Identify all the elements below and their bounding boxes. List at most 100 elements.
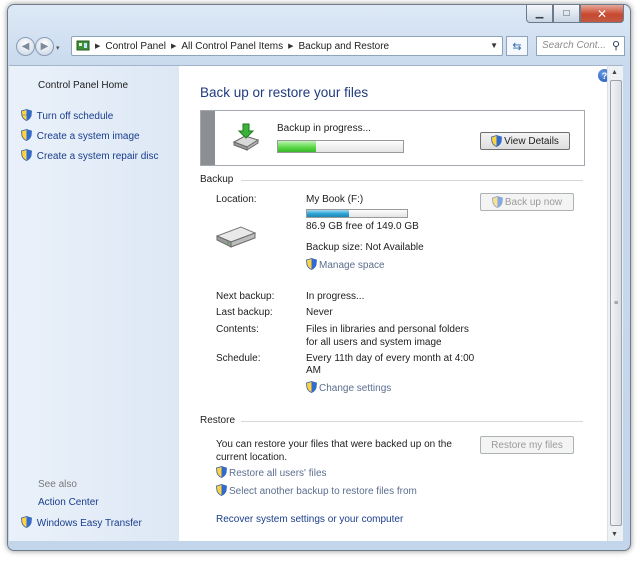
scroll-down-icon[interactable]: ▼: [611, 531, 618, 538]
search-input[interactable]: Search Cont... ⚲: [536, 36, 625, 56]
breadcrumb-separator-icon: ▶: [288, 43, 294, 50]
back-up-now-label: Back up now: [504, 196, 563, 208]
see-also-label: See also: [38, 479, 77, 490]
schedule-value-line2: AM: [306, 365, 321, 376]
address-bar[interactable]: ▶ Control Panel ▶ All Control Panel Item…: [71, 36, 503, 56]
maximize-button[interactable]: □: [553, 5, 580, 23]
caption-buttons: ▁ □ ✕: [526, 5, 624, 24]
control-panel-home-label: Control Panel Home: [38, 80, 129, 91]
shield-icon: [216, 466, 227, 478]
create-system-image-label: Create a system image: [36, 131, 140, 142]
restore-my-files-label: Restore my files: [491, 439, 563, 451]
drive-usage-fill: [307, 210, 349, 217]
location-value: My Book (F:): [306, 194, 364, 205]
shield-icon: [216, 484, 227, 496]
refresh-icon: ⇆: [512, 40, 522, 53]
turn-off-schedule-label: Turn off schedule: [36, 111, 114, 122]
breadcrumb-all-items[interactable]: All Control Panel Items: [181, 41, 283, 52]
shield-icon: [306, 258, 317, 270]
next-backup-value: In progress...: [306, 291, 365, 302]
restore-my-files-button[interactable]: Restore my files: [480, 436, 574, 454]
contents-label: Contents:: [216, 324, 259, 335]
maximize-icon: □: [563, 8, 570, 19]
action-center-link[interactable]: Action Center: [38, 497, 99, 508]
close-icon: ✕: [596, 6, 608, 21]
search-placeholder: Search Cont...: [542, 40, 606, 51]
manage-space-link[interactable]: Manage space: [306, 258, 385, 271]
last-backup-value: Never: [306, 307, 333, 318]
backup-section-divider: [241, 180, 583, 181]
restore-section-header: Restore: [200, 415, 236, 426]
left-task-pane: Control Panel Home Turn off schedule Cre…: [9, 65, 179, 541]
shield-icon: [21, 516, 32, 528]
recover-system-link[interactable]: Recover system settings or your computer: [216, 514, 403, 525]
forward-button[interactable]: ▶: [35, 37, 54, 56]
change-settings-label: Change settings: [319, 383, 392, 394]
windows-easy-transfer-link[interactable]: Windows Easy Transfer: [21, 516, 142, 529]
shield-icon: [21, 129, 32, 141]
restore-description-line2: current location.: [216, 452, 288, 463]
select-another-backup-label: Select another backup to restore files f…: [229, 486, 417, 497]
grip-icon: ≡: [613, 299, 619, 307]
search-icon[interactable]: ⚲: [612, 39, 620, 52]
see-also-heading: See also: [38, 479, 77, 490]
backup-section-header: Backup: [200, 174, 234, 185]
main-content: Back up or restore your files Backup in …: [179, 65, 607, 541]
status-accent-bar: [201, 111, 215, 165]
shield-icon: [21, 109, 32, 121]
scroll-up-icon[interactable]: ▲: [611, 69, 618, 76]
back-up-now-button[interactable]: Back up now: [480, 193, 574, 211]
minimize-icon: ▁: [535, 8, 544, 19]
create-repair-disc-label: Create a system repair disc: [36, 151, 159, 162]
back-button[interactable]: ◀: [16, 37, 35, 56]
turn-off-schedule-link[interactable]: Turn off schedule: [21, 109, 113, 122]
close-button[interactable]: ✕: [580, 5, 624, 23]
manage-space-label: Manage space: [319, 260, 385, 271]
location-label: Location:: [216, 194, 257, 205]
refresh-button[interactable]: ⇆: [506, 36, 528, 56]
forward-arrow-icon: ▶: [40, 41, 49, 52]
schedule-value-line1: Every 11th day of every month at 4:00: [306, 353, 475, 364]
create-system-image-link[interactable]: Create a system image: [21, 129, 140, 142]
backup-drive-icon: [232, 123, 260, 151]
breadcrumb-separator-icon: ▶: [170, 43, 177, 50]
restore-section-divider: [241, 421, 583, 422]
action-center-label: Action Center: [38, 497, 99, 508]
recover-system-label: Recover system settings or your computer: [216, 514, 404, 525]
shield-icon: [306, 381, 317, 393]
create-repair-disc-link[interactable]: Create a system repair disc: [21, 149, 159, 162]
change-settings-link[interactable]: Change settings: [306, 381, 391, 394]
restore-description-line1: You can restore your files that were bac…: [216, 439, 452, 450]
shield-icon: [491, 196, 503, 208]
contents-value-line1: Files in libraries and personal folders: [306, 324, 469, 335]
address-dropdown-icon[interactable]: ▼: [490, 41, 498, 50]
shield-icon: [491, 135, 503, 147]
scroll-thumb[interactable]: ≡: [610, 80, 622, 526]
next-backup-label: Next backup:: [216, 291, 275, 302]
vertical-scrollbar[interactable]: ▲ ≡ ▼: [607, 65, 623, 541]
restore-all-users-label: Restore all users' files: [229, 468, 327, 479]
restore-all-users-link[interactable]: Restore all users' files: [216, 466, 327, 479]
breadcrumb-backup-and-restore[interactable]: Backup and Restore: [298, 41, 389, 52]
backup-status-text: Backup in progress...: [277, 123, 371, 134]
control-panel-home-link[interactable]: Control Panel Home: [38, 80, 128, 91]
select-another-backup-link[interactable]: Select another backup to restore files f…: [216, 484, 417, 497]
navigation-bar: ◀ ▶ ▾ ▶ Control Panel ▶ All Control Pane…: [16, 35, 625, 59]
view-details-button[interactable]: View Details: [480, 132, 570, 150]
page-title: Back up or restore your files: [200, 85, 369, 100]
drive-usage-bar: [306, 209, 408, 218]
view-details-label: View Details: [504, 135, 559, 147]
backup-size-text: Backup size: Not Available: [306, 242, 424, 253]
shield-icon: [21, 149, 32, 161]
windows-easy-transfer-label: Windows Easy Transfer: [36, 518, 142, 529]
breadcrumb-separator-icon: ▶: [95, 43, 101, 50]
free-space-text: 86.9 GB free of 149.0 GB: [306, 221, 419, 232]
recent-pages-dropdown[interactable]: ▾: [56, 44, 60, 52]
backup-progress-bar: [277, 140, 404, 153]
control-panel-icon: [76, 40, 90, 51]
backup-restore-window: ▁ □ ✕ ◀ ▶ ▾ ▶ Control Panel ▶ All Contro…: [7, 4, 631, 551]
last-backup-label: Last backup:: [216, 307, 273, 318]
breadcrumb-control-panel[interactable]: Control Panel: [105, 41, 166, 52]
backup-status-panel: Backup in progress... View Details: [200, 110, 585, 166]
minimize-button[interactable]: ▁: [526, 5, 553, 23]
